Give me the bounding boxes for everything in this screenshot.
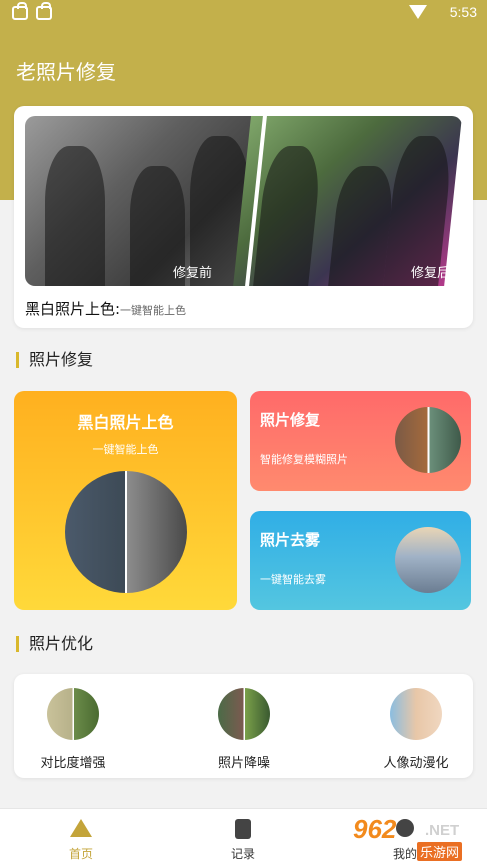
contrast-label: 对比度增强 [40,756,106,771]
anime-sample-icon [390,688,442,740]
defog-subtitle: 一键智能去雾 [260,573,326,586]
defog-card[interactable]: 照片去雾 一键智能去雾 [250,511,471,610]
nav-home-label: 首页 [68,847,93,861]
before-photo [25,116,257,286]
anime-label: 人像动漫化 [383,756,449,771]
watermark-suffix: .NET [425,822,460,839]
contrast-enhance-item[interactable]: 对比度增强 [3,688,143,771]
section-title-repair: 照片修复 [16,352,93,368]
page-title: 老照片修复 [16,60,116,84]
before-label: 修复前 [173,266,213,281]
lock-icon [36,2,52,20]
nav-home[interactable]: 首页 [0,809,162,866]
after-label: 修复后 [410,266,450,281]
defog-title: 照片去雾 [260,531,321,549]
colorize-sample-image [65,471,187,593]
nav-record[interactable]: 记录 [162,809,324,866]
status-time: 5:53 [449,4,477,20]
repair-subtitle: 智能修复模糊照片 [260,453,348,466]
hero-caption: 黑白照片上色: [25,300,121,318]
watermark-logo: 962 .NET 乐游网 [349,812,485,862]
wifi-icon [409,5,427,19]
colorize-subtitle: 一键智能上色 [92,443,159,456]
denoise-sample-icon [218,688,270,740]
person-silhouette [45,146,105,286]
person-silhouette [253,146,323,286]
colorize-card[interactable]: 黑白照片上色 一键智能上色 [14,391,237,610]
repair-card[interactable]: 照片修复 智能修复模糊照片 [250,391,471,491]
anime-portrait-item[interactable]: 人像动漫化 [346,688,486,771]
watermark-brand: 962 [353,814,397,844]
hero-caption-sub: 一键智能上色 [120,304,186,317]
before-after-image: 修复前 修复后 [25,116,462,286]
status-bar: 5:53 [0,0,487,28]
repair-sample-image [395,407,461,473]
contrast-sample-icon [47,688,99,740]
defog-sample-image [395,527,461,593]
lock-icon [12,2,28,20]
repair-title: 照片修复 [260,411,321,429]
clipboard-icon [235,819,251,839]
home-icon [70,819,92,837]
section-title-optimize: 照片优化 [16,636,93,652]
colorize-title: 黑白照片上色 [77,413,174,432]
hero-banner[interactable]: 修复前 修复后 黑白照片上色: 一键智能上色 [14,106,473,328]
nav-record-label: 记录 [230,847,255,861]
denoise-item[interactable]: 照片降噪 [174,688,314,771]
watermark-cn: 乐游网 [417,842,463,861]
denoise-label: 照片降噪 [217,756,270,771]
after-photo [233,116,462,286]
optimize-panel: 对比度增强 照片降噪 人像动漫化 [14,674,473,778]
